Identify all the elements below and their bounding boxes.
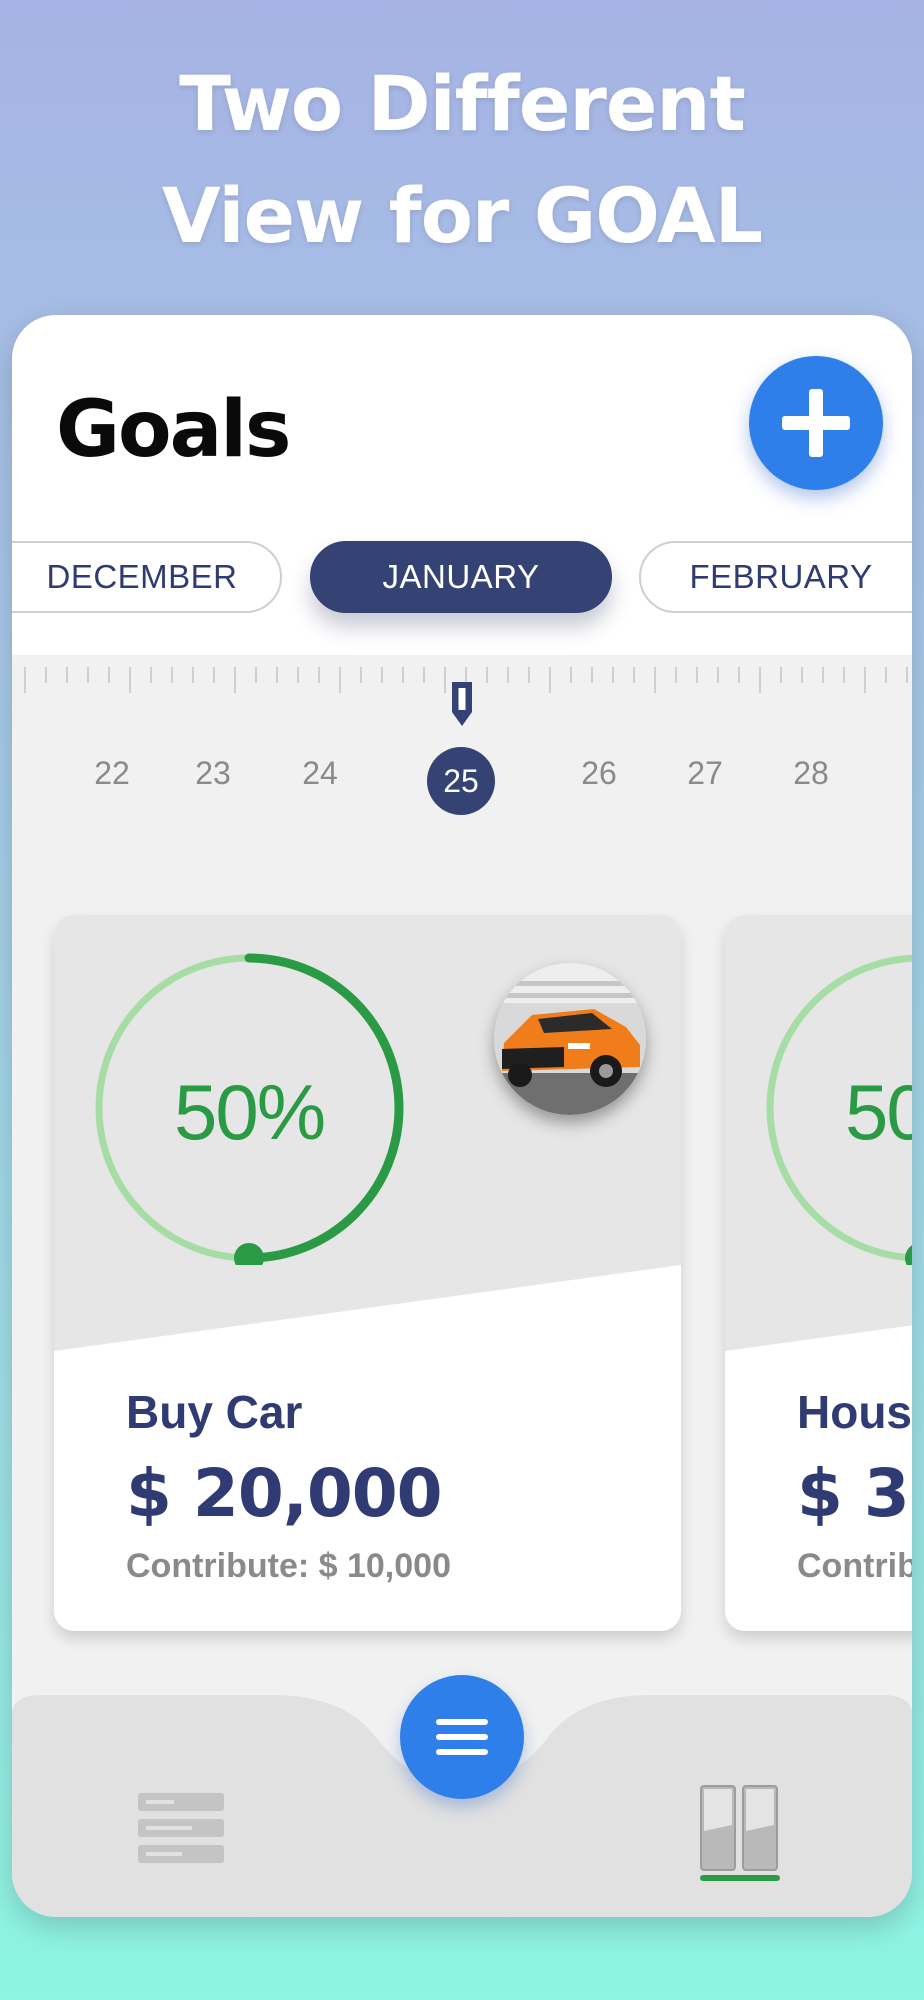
ruler-tick bbox=[402, 667, 404, 683]
ruler-tick bbox=[192, 667, 194, 683]
ruler-tick bbox=[675, 667, 677, 683]
progress-percent: 50% bbox=[173, 1068, 326, 1156]
card-view-icon[interactable] bbox=[700, 1785, 778, 1871]
goal-name: House bbox=[797, 1386, 912, 1438]
day-27[interactable]: 27 bbox=[670, 755, 740, 792]
promo-title-line-1: Two Different bbox=[179, 59, 746, 148]
ruler-tick bbox=[864, 667, 866, 693]
ruler-tick bbox=[906, 667, 908, 683]
ruler-tick bbox=[150, 667, 152, 683]
progress-percent: 50% bbox=[844, 1068, 912, 1156]
day-selected[interactable]: 25 bbox=[427, 747, 495, 815]
ruler-tick bbox=[801, 667, 803, 683]
ruler-tick bbox=[171, 667, 173, 683]
ruler-tick bbox=[297, 667, 299, 683]
month-tab-previous[interactable]: DECEMBER bbox=[12, 541, 282, 613]
add-goal-button[interactable] bbox=[749, 356, 883, 490]
ruler-tick bbox=[444, 667, 446, 693]
ruler-tick bbox=[591, 667, 593, 683]
phone-screen: Goals DECEMBER JANUARY FEBRUARY 22 23 24… bbox=[12, 315, 912, 1917]
promo-title: Two Different View for GOAL bbox=[0, 48, 924, 272]
ruler-tick bbox=[129, 667, 131, 693]
goal-photo bbox=[494, 963, 646, 1115]
goals-header: Goals DECEMBER JANUARY FEBRUARY bbox=[12, 315, 912, 655]
list-view-icon[interactable] bbox=[138, 1793, 224, 1863]
ruler-tick bbox=[276, 667, 278, 683]
ruler-tick bbox=[108, 667, 110, 683]
month-tab-current[interactable]: JANUARY bbox=[310, 541, 612, 613]
ruler-tick bbox=[234, 667, 236, 693]
ruler-tick bbox=[885, 667, 887, 683]
ruler-tick bbox=[696, 667, 698, 683]
ruler-tick bbox=[654, 667, 656, 693]
ruler-tick bbox=[423, 667, 425, 683]
ruler-tick bbox=[87, 667, 89, 683]
day-22[interactable]: 22 bbox=[77, 755, 147, 792]
ruler-tick bbox=[45, 667, 47, 683]
ruler-tick bbox=[528, 667, 530, 683]
ruler-tick bbox=[780, 667, 782, 683]
active-tab-indicator bbox=[700, 1875, 780, 1881]
ruler-tick bbox=[822, 667, 824, 683]
goal-amount: $ 3, bbox=[797, 1455, 912, 1532]
ruler-tick bbox=[549, 667, 551, 693]
ruler-tick bbox=[759, 667, 761, 693]
goal-contribution: Contrib bbox=[797, 1547, 912, 1585]
day-24[interactable]: 24 bbox=[285, 755, 355, 792]
hamburger-icon bbox=[436, 1719, 488, 1725]
day-23[interactable]: 23 bbox=[178, 755, 248, 792]
ruler-tick bbox=[486, 667, 488, 683]
ruler-tick bbox=[633, 667, 635, 683]
menu-button[interactable] bbox=[400, 1675, 524, 1799]
ruler-tick bbox=[738, 667, 740, 683]
ruler-tick bbox=[843, 667, 845, 683]
page-title: Goals bbox=[56, 385, 291, 475]
goal-amount: $ 20,000 bbox=[126, 1455, 443, 1532]
ruler-tick bbox=[717, 667, 719, 683]
day-28[interactable]: 28 bbox=[776, 755, 846, 792]
ruler-tick bbox=[24, 667, 26, 693]
ruler-tick bbox=[213, 667, 215, 683]
ruler-tick bbox=[318, 667, 320, 683]
goal-name: Buy Car bbox=[126, 1386, 303, 1438]
ruler-tick bbox=[507, 667, 509, 683]
day-26[interactable]: 26 bbox=[564, 755, 634, 792]
ruler-tick bbox=[570, 667, 572, 683]
ruler-tick bbox=[339, 667, 341, 693]
goal-card[interactable]: 50% House $ 3, Contrib bbox=[725, 915, 912, 1631]
month-tab-next[interactable]: FEBRUARY bbox=[639, 541, 912, 613]
car-image bbox=[494, 963, 646, 1115]
promo-title-line-2: View for GOAL bbox=[161, 171, 763, 260]
goal-card[interactable]: 50% Buy Car $ 20,000 Contribute: $ 10,00… bbox=[54, 915, 681, 1631]
ruler-tick bbox=[381, 667, 383, 683]
goal-contribution: Contribute: $ 10,000 bbox=[126, 1547, 451, 1585]
ruler-tick bbox=[66, 667, 68, 683]
ruler-tick bbox=[360, 667, 362, 683]
ruler-tick bbox=[255, 667, 257, 683]
day-pointer-icon bbox=[452, 682, 472, 726]
ruler-tick bbox=[612, 667, 614, 683]
